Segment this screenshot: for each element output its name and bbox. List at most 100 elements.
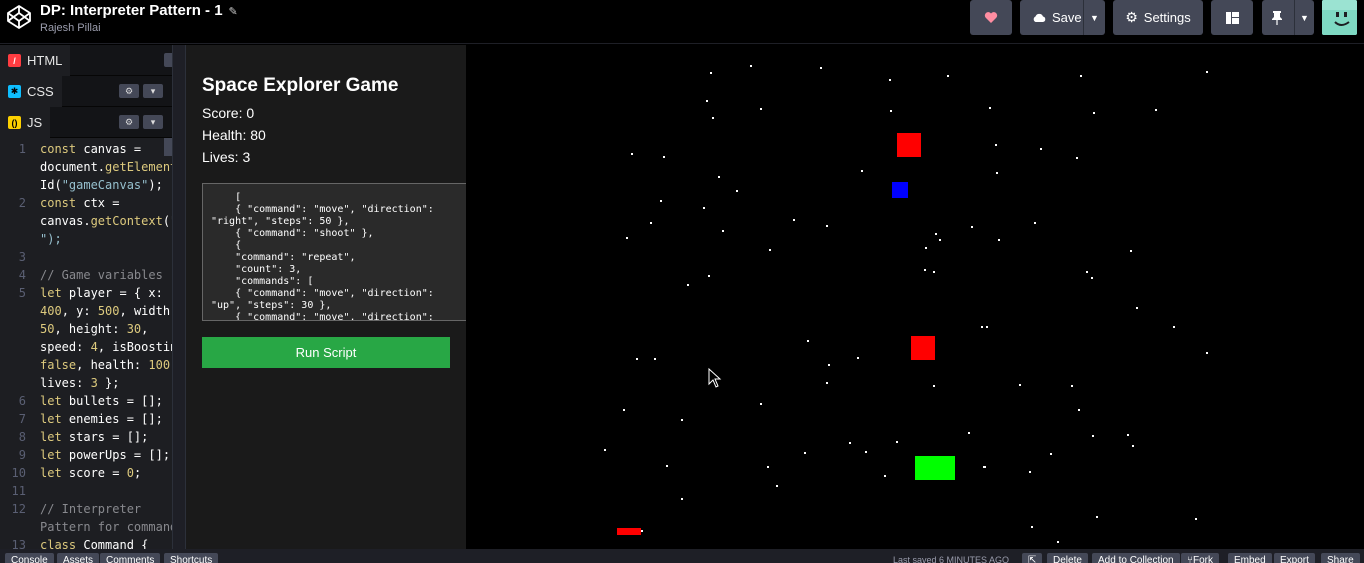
star [939,239,941,241]
star [1086,271,1088,273]
star [933,385,935,387]
star [1029,471,1031,473]
code-line: Pattern for command [40,520,172,534]
star [1155,109,1157,111]
bottom-bar: Console Assets Comments Shortcuts Last s… [0,549,1364,563]
console-button[interactable]: Console [5,553,54,563]
star [1096,516,1098,518]
line-number: 3 [18,250,26,264]
codepen-logo-icon[interactable] [6,4,32,30]
star [1019,384,1021,386]
delete-button[interactable]: Delete [1047,553,1088,563]
pencil-icon[interactable]: ✎ [229,5,239,18]
settings-label: Settings [1143,10,1191,25]
html-editor-tab[interactable]: / HTML [0,45,71,76]
css-collapse-chevron-icon[interactable]: ▾ [143,84,163,98]
star [750,65,752,67]
star [712,117,714,119]
star [1031,526,1033,528]
embed-button[interactable]: Embed [1228,553,1272,563]
share-button[interactable]: Share [1321,553,1360,563]
star [760,108,762,110]
star [1093,112,1095,114]
js-code-editor[interactable]: 1 const canvas = document.getElement Id("ga… [0,138,172,549]
star [1136,307,1138,309]
star [857,357,859,359]
star [995,144,997,146]
export-button[interactable]: Export [1274,553,1315,563]
star [706,100,708,102]
line-number: 9 [18,448,26,462]
pen-title[interactable]: DP: Interpreter Pattern - 1 ✎ [40,2,239,19]
star [767,466,769,468]
star [804,452,806,454]
change-view-button[interactable] [1211,0,1253,35]
pin-button[interactable]: ▼ [1262,0,1314,35]
cloud-icon [1033,13,1046,22]
line-number: 12 [11,502,26,516]
star [1127,434,1129,436]
star [1040,148,1042,150]
star [968,432,970,434]
mouse-cursor-icon [708,367,722,388]
heart-button[interactable] [970,0,1012,35]
code-scrollbar[interactable] [164,138,172,156]
css-editor-tab[interactable]: ✱ CSS [0,76,62,107]
line-number: 1 [18,142,26,156]
save-options-chevron-icon[interactable]: ▼ [1083,0,1105,35]
game-canvas[interactable] [466,45,1364,549]
js-collapse-chevron-icon[interactable]: ▾ [143,115,163,129]
script-textarea[interactable]: [ { "command": "move", "direction": "rig… [202,183,468,321]
line-number: 10 [11,466,26,480]
star [681,419,683,421]
js-settings-gear-icon[interactable]: ⚙ [119,115,139,129]
star [1091,277,1093,279]
fork-button[interactable]: ⑂ Fork [1181,553,1219,563]
star [828,364,830,366]
star [703,207,705,209]
heart-icon [984,12,998,23]
star [722,230,724,232]
open-external-icon[interactable]: ⇱ [1022,553,1043,563]
score-text: Score: 0 [202,105,255,121]
editor-resize-handle[interactable] [172,45,186,549]
star [889,79,891,81]
star [933,271,935,273]
settings-button[interactable]: ⚙ Settings [1113,0,1203,35]
star [650,222,652,224]
last-saved-text: Last saved 6 MINUTES AGO [893,555,1010,563]
css-settings-gear-icon[interactable]: ⚙ [119,84,139,98]
user-avatar[interactable] [1322,0,1357,35]
star [1206,352,1208,354]
shortcuts-button[interactable]: Shortcuts [164,553,219,563]
run-script-button[interactable]: Run Script [202,337,450,368]
comments-button[interactable]: Comments [100,553,161,563]
js-editor-tab[interactable]: () JS [0,107,51,138]
code-line: let stars = []; [40,430,149,444]
assets-button[interactable]: Assets [57,553,100,563]
code-line: 50, height: 30, [40,322,149,336]
line-number: 13 [11,538,26,549]
star [663,156,665,158]
save-button[interactable]: Save ▼ [1020,0,1105,35]
star [1092,435,1094,437]
star [989,107,991,109]
star [604,449,606,451]
html-settings-button[interactable] [164,53,172,67]
star [687,284,689,286]
pin-options-chevron-icon[interactable]: ▼ [1294,0,1314,35]
code-line: let enemies = []; [40,412,163,426]
code-line: speed: 4, isBoostin [40,340,172,354]
css-tab-label: CSS [27,84,54,99]
pen-author[interactable]: Rajesh Pillai [40,22,101,34]
gear-icon: ⚙ [1125,9,1138,25]
js-icon: () [8,116,21,129]
code-line: let bullets = []; [40,394,163,408]
star [1057,541,1059,543]
html-editor-header: / HTML [0,45,172,76]
star [1050,453,1052,455]
star [986,326,988,328]
star [820,67,822,69]
add-to-collection-button[interactable]: Add to Collection [1092,553,1180,563]
star [776,485,778,487]
